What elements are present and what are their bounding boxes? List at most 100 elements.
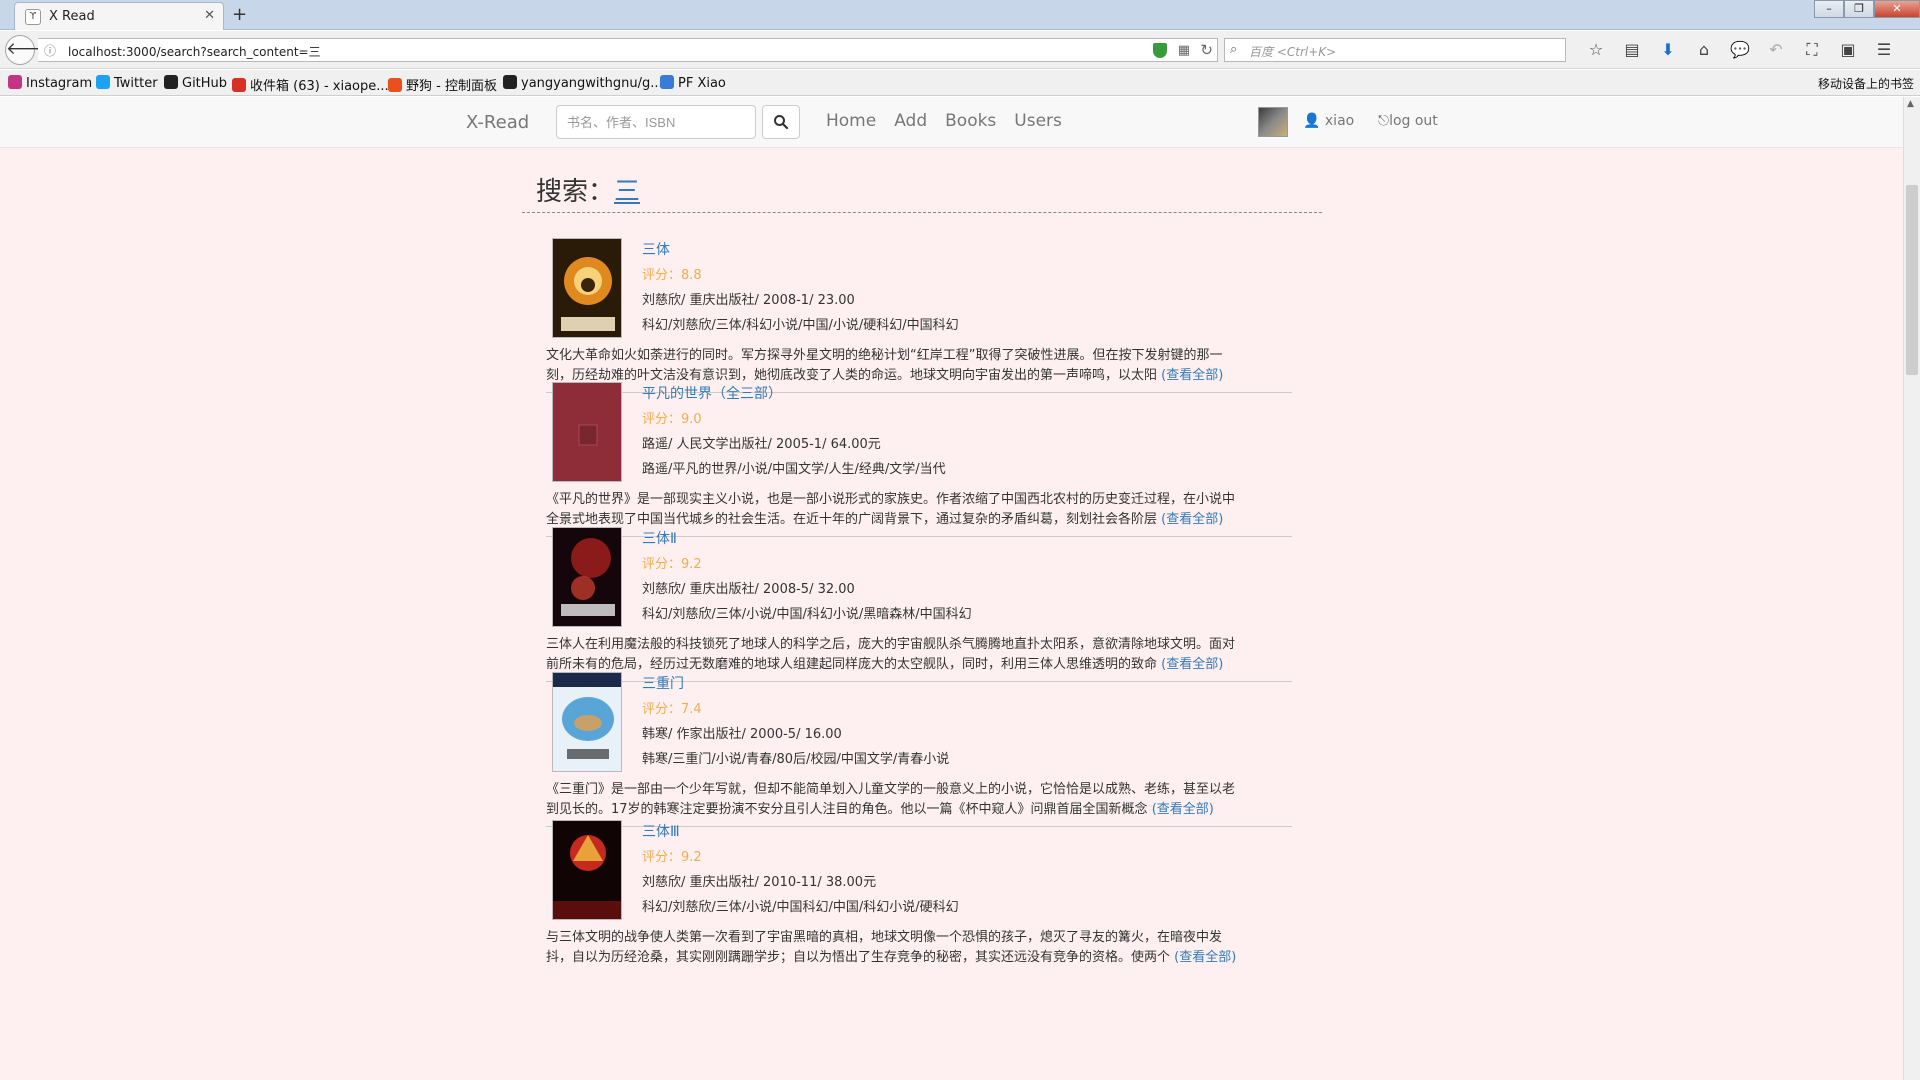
vertical-scrollbar[interactable]: ▲ (1903, 97, 1920, 1080)
avatar[interactable] (1258, 107, 1288, 137)
bookmark-favicon-icon (8, 75, 22, 89)
book-tags: 科幻/刘慈欣/三体/小说/中国/科幻小说/黑暗森林/中国科幻 (642, 607, 972, 622)
bookmark-item[interactable]: Instagram (8, 75, 92, 91)
maximize-icon[interactable]: ❐ (1844, 0, 1874, 18)
back-arrow-icon[interactable]: 🡐 (5, 35, 52, 65)
view-all-link[interactable]: (查看全部) (1152, 802, 1214, 817)
book-description: 三体人在利用魔法般的科技锁死了地球人的科学之后，庞大的宇宙舰队杀气腾腾地直扑太阳… (546, 635, 1292, 675)
search-icon (774, 115, 789, 130)
new-tab-icon[interactable]: + (232, 4, 247, 25)
window-controls: – ❐ ✕ (1814, 0, 1920, 20)
browser-search-bar[interactable]: ⌕ 百度 <Ctrl+K> (1224, 38, 1566, 62)
bookmark-label: GitHub (182, 76, 228, 91)
browser-tab-active[interactable]: ϒ X Read ✕ (14, 2, 224, 30)
site-favicon-icon: ϒ (25, 9, 41, 25)
view-all-link[interactable]: (查看全部) (1161, 368, 1223, 383)
site-search-button[interactable] (762, 105, 800, 139)
bookmark-item[interactable]: 野狗 - 控制面板 (388, 75, 497, 94)
book-rating: 评分：9.0 (642, 412, 702, 427)
nav-books[interactable]: Books (945, 111, 996, 131)
tab-title: X Read (49, 9, 95, 24)
bookmark-star-icon[interactable]: ☆ (1578, 40, 1614, 60)
book-publication: 路遥/ 人民文学出版社/ 2005-1/ 64.00元 (642, 437, 881, 452)
book-cover[interactable] (552, 672, 622, 772)
bookmark-label: Instagram (26, 76, 93, 91)
book-cover[interactable] (552, 238, 622, 338)
bookmark-favicon-icon (96, 75, 110, 89)
address-bar[interactable]: ⓘ localhost:3000/search?search_content=三… (38, 38, 1218, 62)
book-meta: 三重门 评分：7.4 韩寒/ 作家出版社/ 2000-5/ 16.00 韩寒/三重门/… (642, 672, 949, 772)
site-search-input[interactable] (557, 106, 755, 138)
book-meta: 三体Ⅱ 评分：9.2 刘慈欣/ 重庆出版社/ 2008-5/ 32.00 科幻/刘慈欣… (642, 527, 972, 627)
scrollbar-thumb[interactable] (1906, 185, 1918, 375)
book-tags: 科幻/刘慈欣/三体/小说/中国科幻/中国/科幻小说/硬科幻 (642, 900, 959, 915)
window-close-icon[interactable]: ✕ (1874, 0, 1920, 18)
book-publication: 韩寒/ 作家出版社/ 2000-5/ 16.00 (642, 727, 842, 742)
username: xiao (1324, 113, 1355, 129)
view-all-link[interactable]: (查看全部) (1174, 950, 1236, 965)
search-icon: ⌕ (1230, 42, 1238, 57)
menu-icon[interactable]: ☰ (1866, 40, 1902, 60)
chat-icon[interactable]: 💬 (1722, 40, 1758, 60)
brand-logo[interactable]: X-Read (466, 112, 529, 133)
book-cover[interactable] (552, 382, 622, 482)
tab-close-icon[interactable]: ✕ (204, 8, 215, 23)
reading-list-icon[interactable]: ▤ (1614, 40, 1650, 60)
book-cover-image (553, 673, 621, 771)
bookmark-item[interactable]: 收件箱 (63) - xiaope... (232, 75, 389, 94)
book-cover-image (553, 239, 621, 337)
bookmark-item[interactable]: GitHub (164, 75, 227, 91)
book-title-link[interactable]: 三体Ⅲ (642, 820, 959, 845)
crop-icon[interactable]: ⛶ (1794, 40, 1830, 60)
undo-icon[interactable]: ↶ (1758, 40, 1794, 60)
bookmark-favicon-icon (660, 75, 674, 89)
book-description-line-1: 《三重门》是一部由一个少年写就，但却不能简单划入儿童文学的一般意义上的小说，它恰… (546, 782, 1236, 797)
browser-toolbar: 🡐 ⓘ localhost:3000/search?search_content… (0, 31, 1920, 69)
minimize-icon[interactable]: – (1814, 0, 1844, 18)
screenshot-icon[interactable]: ▣ (1830, 40, 1866, 60)
book-cover[interactable] (552, 527, 622, 627)
site-search-field[interactable] (556, 105, 756, 139)
bookmark-favicon-icon (164, 75, 178, 89)
book-description-line-2: 全景式地表现了中国当代城乡的社会生活。在近十年的广阔背景下，通过复杂的矛盾纠葛，… (546, 512, 1158, 527)
bookmark-item[interactable]: Twitter (96, 75, 158, 91)
book-title-link[interactable]: 三体Ⅱ (642, 527, 972, 552)
book-description-line-1: 三体人在利用魔法般的科技锁死了地球人的科学之后，庞大的宇宙舰队杀气腾腾地直扑太阳… (546, 637, 1236, 652)
book-publication: 刘慈欣/ 重庆出版社/ 2010-11/ 38.00元 (642, 875, 877, 890)
qr-code-icon[interactable]: ▦ (1178, 43, 1190, 58)
book-cover[interactable] (552, 820, 622, 920)
bookmark-item[interactable]: PF Xiao (660, 75, 726, 91)
reload-icon[interactable]: ↻ (1200, 41, 1213, 59)
nav-home[interactable]: Home (826, 111, 876, 131)
bookmark-label: 收件箱 (63) - xiaope... (250, 79, 389, 94)
book-description: 《三重门》是一部由一个少年写就，但却不能简单划入儿童文学的一般意义上的小说，它恰… (546, 780, 1292, 820)
page-title: 搜索：三 (536, 171, 640, 208)
book-description: 文化大革命如火如荼进行的同时。军方探寻外星文明的绝秘计划“红岸工程”取得了突破性… (546, 346, 1292, 386)
page-info-icon[interactable]: ⓘ (44, 42, 56, 59)
bookmark-label: yangyangwithgnu/g... (521, 76, 663, 91)
bookmark-item[interactable]: yangyangwithgnu/g... (503, 75, 663, 91)
user-menu[interactable]: 👤 xiao (1303, 113, 1354, 129)
book-description: 《平凡的世界》是一部现实主义小说，也是一部小说形式的家族史。作者浓缩了中国西北农… (546, 490, 1292, 530)
nav-add[interactable]: Add (894, 111, 927, 131)
logout-icon: ⎋ (1378, 113, 1390, 129)
book-description-line-1: 《平凡的世界》是一部现实主义小说，也是一部小说形式的家族史。作者浓缩了中国西北农… (546, 492, 1236, 507)
view-all-link[interactable]: (查看全部) (1161, 657, 1223, 672)
home-icon[interactable]: ⌂ (1686, 40, 1722, 60)
security-shield-icon[interactable] (1153, 43, 1167, 58)
book-title-link[interactable]: 平凡的世界（全三部） (642, 382, 946, 407)
download-icon[interactable]: ⬇ (1650, 40, 1686, 60)
book-publication: 刘慈欣/ 重庆出版社/ 2008-5/ 32.00 (642, 582, 855, 597)
mobile-bookmarks[interactable]: 移动设备上的书签 (1818, 75, 1914, 92)
scroll-up-icon[interactable]: ▲ (1907, 99, 1914, 109)
title-divider (522, 212, 1322, 213)
view-all-link[interactable]: (查看全部) (1161, 512, 1223, 527)
book-title-link[interactable]: 三体 (642, 238, 959, 263)
book-cover-image (553, 383, 621, 481)
logout-label: log out (1389, 113, 1438, 129)
book-cover-image (553, 528, 621, 626)
logout-link[interactable]: ⎋log out (1378, 113, 1438, 129)
nav-users[interactable]: Users (1014, 111, 1062, 131)
search-query[interactable]: 三 (614, 177, 640, 207)
book-title-link[interactable]: 三重门 (642, 672, 949, 697)
